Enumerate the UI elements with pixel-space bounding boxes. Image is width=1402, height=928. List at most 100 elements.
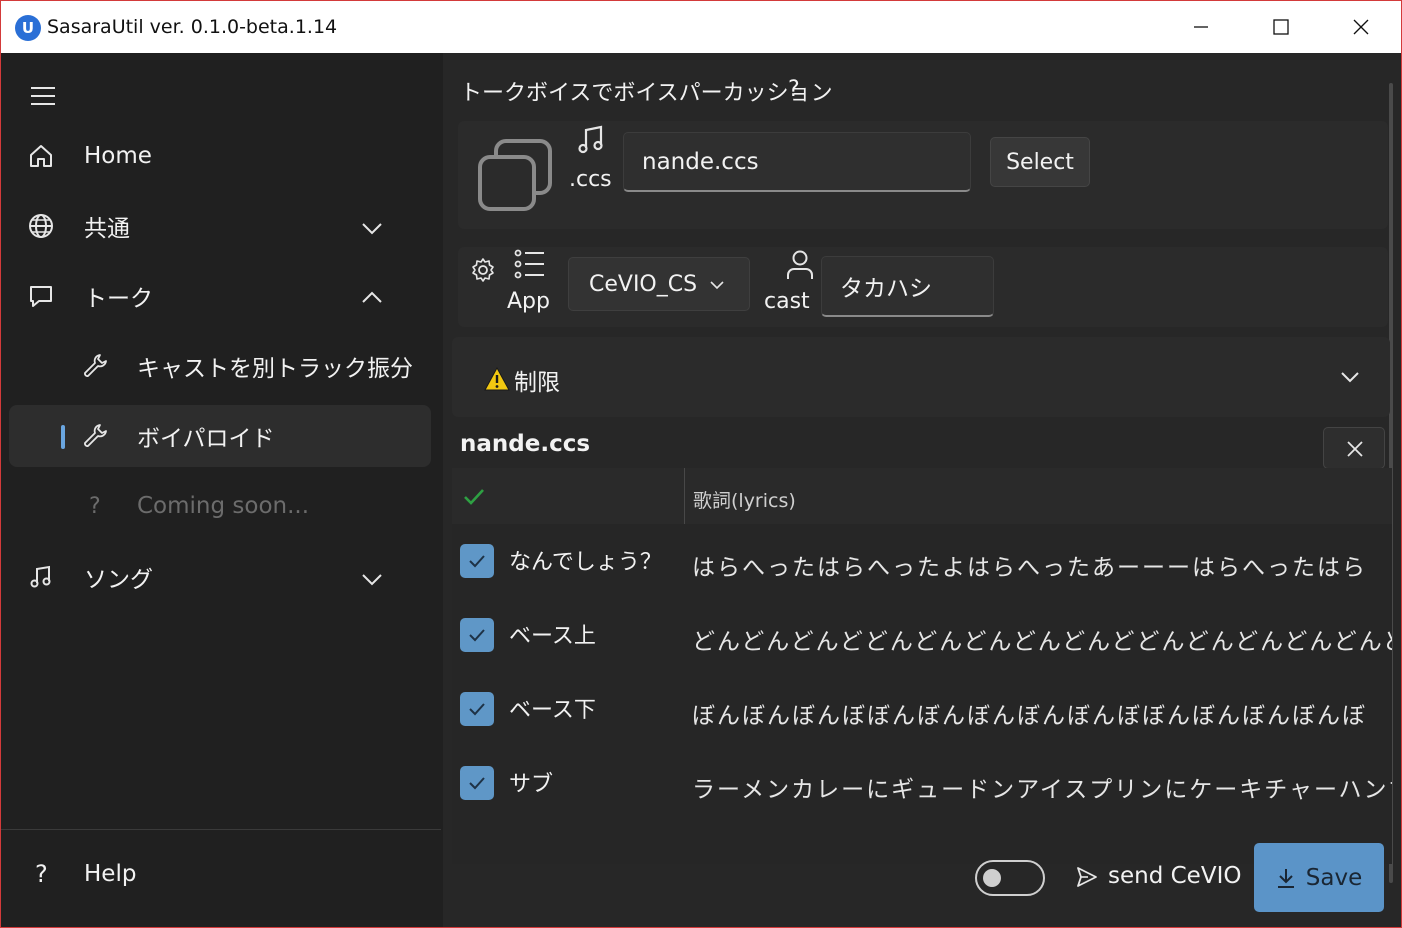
minimize-icon xyxy=(1194,26,1208,28)
download-icon xyxy=(1277,868,1294,888)
app-window: U SasaraUtil ver. 0.1.0-beta.1.14 Home 共… xyxy=(0,0,1402,928)
row-checkbox[interactable] xyxy=(460,692,494,726)
sidebar-item-label: ボイパロイド xyxy=(137,426,275,452)
music-note-icon xyxy=(30,565,51,588)
track-name: なんでしょう？ xyxy=(509,550,662,575)
sidebar-item-help[interactable]: ? Help xyxy=(9,843,431,905)
lyrics-cell[interactable]: ラーメンカレーにギュードンアイスプリンにケーキチャーハンすぶ xyxy=(692,770,1392,804)
grid-body: なんでしょう？ はらへったはらへったよはらへったあーーーはらへったはら ベース上… xyxy=(452,524,1392,864)
track-name: ベース上 xyxy=(509,624,596,649)
window-title: SasaraUtil ver. 0.1.0-beta.1.14 xyxy=(47,16,338,38)
row-checkbox[interactable] xyxy=(460,618,494,652)
page-help-button[interactable]: ? xyxy=(788,77,800,102)
close-window-button[interactable] xyxy=(1321,1,1401,53)
sidebar-item-label: Coming soon... xyxy=(137,493,310,519)
checkmark-icon xyxy=(469,777,485,790)
app-logo-icon: U xyxy=(15,15,41,41)
chevron-down-icon xyxy=(362,574,382,586)
sidebar-item-label: キャストを別トラック振分 xyxy=(137,356,413,382)
app-label: App xyxy=(507,289,550,314)
question-icon: ? xyxy=(89,493,101,519)
sidebar-item-talk[interactable]: トーク xyxy=(9,265,431,327)
wrench-icon xyxy=(84,424,107,447)
checkmark-icon xyxy=(469,703,485,716)
wrench-icon xyxy=(84,354,107,377)
main-content: トークボイスでボイスパーカッション ? .ccs nande.ccs Selec… xyxy=(443,53,1401,927)
user-icon xyxy=(787,250,813,279)
globe-icon xyxy=(29,214,53,238)
column-divider[interactable] xyxy=(684,468,685,524)
select-file-button[interactable]: Select xyxy=(990,137,1090,187)
list-icon xyxy=(514,249,544,279)
grid-header: 歌詞(lyrics) xyxy=(452,468,1392,524)
warning-icon xyxy=(484,367,510,391)
grid-title: nande.ccs xyxy=(460,431,591,457)
help-icon: ? xyxy=(35,860,48,888)
limits-label: 制限 xyxy=(514,370,560,396)
lyrics-column-header[interactable]: 歌詞(lyrics) xyxy=(693,486,796,513)
maximize-icon xyxy=(1273,19,1289,35)
sidebar-item-common[interactable]: 共通 xyxy=(9,195,431,257)
app-combobox[interactable]: CeVIO_CS xyxy=(568,257,750,311)
home-icon xyxy=(30,145,52,167)
track-name: ベース下 xyxy=(509,698,596,723)
lyrics-cell[interactable]: どんどんどんどどんどんどんどんどんどどんどんどんどんどんど xyxy=(692,622,1392,656)
save-label: Save xyxy=(1305,864,1363,891)
close-icon xyxy=(1347,441,1363,457)
sidebar-item-label: Home xyxy=(84,143,152,169)
app-card: App CeVIO_CS cast タカハシ xyxy=(458,247,1388,327)
sidebar-item-voiparoid[interactable]: ボイパロイド xyxy=(9,405,431,467)
cast-label: cast xyxy=(764,289,810,314)
track-name: サブ xyxy=(509,772,554,797)
lyrics-cell[interactable]: はらへったはらへったよはらへったあーーーはらへったはら xyxy=(692,548,1392,582)
page-title: トークボイスでボイスパーカッション xyxy=(460,81,833,106)
checkmark-icon xyxy=(469,555,485,568)
maximize-button[interactable] xyxy=(1241,1,1321,53)
music-note-icon xyxy=(578,125,603,154)
sidebar-item-home[interactable]: Home xyxy=(9,125,431,187)
sidebar-item-label: 共通 xyxy=(84,216,130,242)
copy-icon xyxy=(478,139,552,211)
sidebar-item-label: Help xyxy=(84,861,137,887)
send-cevio-toggle[interactable] xyxy=(975,860,1045,896)
cast-input[interactable]: タカハシ xyxy=(821,256,994,317)
lyrics-cell[interactable]: ぼんぼんぼんぼぼんぼんぼんぼんぼんぼぼんぼんぼんぼんぼ xyxy=(692,696,1392,730)
close-icon xyxy=(1353,19,1369,35)
toggle-knob xyxy=(983,869,1001,887)
sidebar-item-cast-split[interactable]: キャストを別トラック振分 xyxy=(9,335,431,397)
sidebar-item-coming-soon: ? Coming soon... xyxy=(9,475,431,537)
limits-expander[interactable]: 制限 xyxy=(452,337,1390,417)
table-row[interactable]: サブ ラーメンカレーにギュードンアイスプリンにケーキチャーハンすぶ xyxy=(452,746,1392,820)
checkmark-icon[interactable] xyxy=(462,486,486,508)
file-card: .ccs nande.ccs Select xyxy=(458,121,1388,229)
send-cevio-label: send CeVIO xyxy=(1108,863,1242,889)
sidebar: Home 共通 トーク キャストを別トラック振分 ボイパロイド ? Coming… xyxy=(1,53,441,927)
hamburger-menu-button[interactable] xyxy=(31,85,57,107)
minimize-button[interactable] xyxy=(1161,1,1241,53)
table-row[interactable]: ベース下 ぼんぼんぼんぼぼんぼんぼんぼんぼんぼぼんぼんぼんぼんぼ xyxy=(452,672,1392,746)
hamburger-icon xyxy=(31,87,55,105)
sidebar-item-label: トーク xyxy=(84,286,153,312)
sidebar-divider xyxy=(1,829,441,830)
save-button[interactable]: Save xyxy=(1254,843,1384,912)
sidebar-item-song[interactable]: ソング xyxy=(9,546,431,608)
selection-indicator xyxy=(61,425,65,449)
ccs-file-input[interactable]: nande.ccs xyxy=(623,132,971,192)
chevron-down-icon xyxy=(710,281,724,290)
row-checkbox[interactable] xyxy=(460,766,494,800)
table-row[interactable]: ベース上 どんどんどんどどんどんどんどんどんどどんどんどんどんどんど xyxy=(452,598,1392,672)
title-bar: U SasaraUtil ver. 0.1.0-beta.1.14 xyxy=(1,1,1401,53)
checkmark-icon xyxy=(469,629,485,642)
gear-icon xyxy=(472,258,494,282)
sidebar-item-label: ソング xyxy=(84,567,153,593)
send-icon xyxy=(1077,867,1097,887)
chat-bubble-icon xyxy=(30,286,52,307)
row-checkbox[interactable] xyxy=(460,544,494,578)
close-file-button[interactable] xyxy=(1323,427,1385,469)
ccs-label: .ccs xyxy=(569,167,612,192)
table-row[interactable]: なんでしょう？ はらへったはらへったよはらへったあーーーはらへったはら xyxy=(452,524,1392,598)
chevron-down-icon xyxy=(1341,372,1359,383)
chevron-up-icon xyxy=(362,291,382,303)
app-combobox-value: CeVIO_CS xyxy=(589,271,698,297)
chevron-down-icon xyxy=(362,223,382,235)
